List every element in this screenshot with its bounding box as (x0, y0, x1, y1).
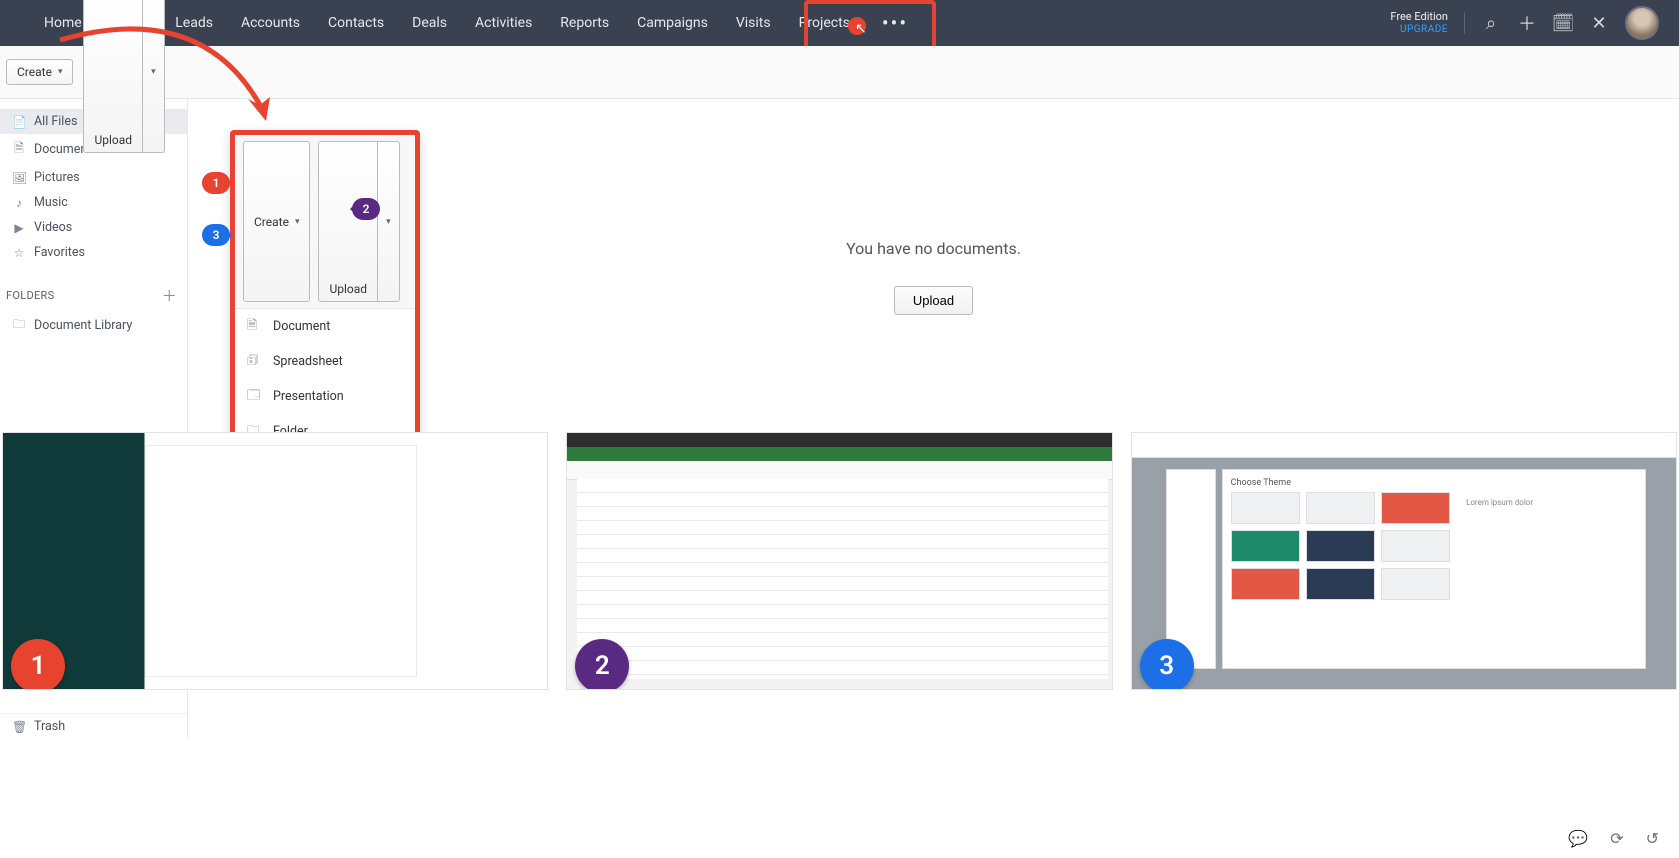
popup-item-document[interactable]: 🗎 Document (235, 309, 415, 344)
popup-create-button[interactable]: Create ▾ (243, 141, 310, 302)
sidebar-item-label: Document Library (34, 318, 132, 333)
sidebar-item-music[interactable]: ♪ Music (0, 190, 187, 215)
sidebar-item-trash[interactable]: 🗑 Trash (0, 714, 187, 739)
chevron-down-icon: ▾ (295, 217, 300, 227)
annotation-bubble-2: 2 (352, 198, 380, 220)
sidebar-item-videos[interactable]: ▶ Videos (0, 215, 187, 240)
annotation-bubble-3: 3 (202, 224, 230, 246)
nav-leads[interactable]: Leads (161, 0, 227, 46)
chevron-down-icon: ▾ (151, 67, 156, 77)
music-icon: ♪ (12, 196, 26, 210)
create-button[interactable]: Create ▾ (6, 59, 73, 85)
cursor-icon: ↖ (855, 21, 867, 37)
chevron-down-icon: ▾ (386, 217, 391, 227)
empty-state-message: You have no documents. (846, 239, 1021, 258)
nav-campaigns[interactable]: Campaigns (623, 0, 722, 46)
popup-item-label: Spreadsheet (273, 354, 343, 369)
nav-more-menu[interactable]: ••• (864, 0, 926, 46)
choose-theme-heading: Choose Theme (1231, 478, 1637, 488)
search-icon[interactable]: ⌕ (1481, 13, 1501, 33)
preview-document-editor: 1 (2, 432, 548, 690)
add-folder-icon[interactable]: ＋ (162, 285, 177, 306)
preview-spreadsheet-editor: 2 (566, 432, 1112, 690)
edition-label[interactable]: Free Edition UPGRADE (1390, 10, 1448, 35)
status-bar: 💬 ⟳ ↺ (1568, 829, 1659, 848)
sidebar-item-favorites[interactable]: ☆ Favorites (0, 240, 187, 265)
sidebar-item-label: Trash (34, 719, 65, 734)
popup-item-label: Presentation (273, 389, 344, 404)
favorites-icon: ☆ (12, 246, 26, 260)
annotation-circle-1: 1 (11, 639, 65, 690)
sidebar-item-label: Music (34, 195, 68, 210)
videos-icon: ▶ (12, 221, 26, 235)
folder-icon: 🗀 (12, 315, 26, 336)
signals-icon[interactable]: ⟳ (1610, 829, 1623, 848)
nav-contacts[interactable]: Contacts (314, 0, 398, 46)
chat-icon[interactable]: 💬 (1568, 829, 1588, 848)
all-files-icon: 📄 (12, 115, 26, 129)
editor-previews: 1 2 Choose Theme Lorem ipsum dolor 3 (0, 432, 1679, 694)
popup-item-presentation[interactable]: 🗔 Presentation (235, 379, 415, 414)
empty-state-upload-button[interactable]: Upload (894, 286, 973, 315)
upload-button[interactable]: Upload (83, 0, 143, 153)
popup-toolbar: Create ▾ Upload ▾ (235, 135, 415, 309)
sidebar-item-pictures[interactable]: 🖼 Pictures (0, 165, 187, 190)
trash-icon: 🗑 (12, 720, 26, 734)
upgrade-link[interactable]: UPGRADE (1390, 24, 1448, 36)
nav-accounts[interactable]: Accounts (227, 0, 314, 46)
calendar-icon[interactable]: 🗓 (1553, 13, 1573, 33)
presentation-icon: 🗔 (247, 386, 263, 407)
annotation-bubble-1: 1 (202, 172, 230, 194)
popup-create-label: Create (254, 215, 289, 229)
nav-reports[interactable]: Reports (546, 0, 623, 46)
annotation-circle-2: 2 (575, 639, 629, 690)
document-icon: 🗎 (247, 316, 263, 337)
lorem-text: Lorem ipsum dolor (1460, 492, 1637, 600)
annotation-circle-3: 3 (1140, 639, 1194, 690)
sidebar-item-label: Favorites (34, 245, 85, 260)
nav-right: Free Edition UPGRADE ⌕ ＋ 🗓 ✕ (1390, 6, 1679, 40)
add-icon[interactable]: ＋ (1517, 13, 1537, 33)
documents-toolbar: Create ▾ Upload ▾ (0, 46, 1679, 99)
edition-line1: Free Edition (1390, 10, 1448, 23)
pictures-icon: 🖼 (12, 171, 26, 185)
preview-presentation-editor: Choose Theme Lorem ipsum dolor 3 (1131, 432, 1677, 690)
popup-upload-button[interactable]: Upload (318, 141, 378, 302)
nav-deals[interactable]: Deals (398, 0, 461, 46)
popup-upload-dropdown[interactable]: ▾ (378, 141, 400, 302)
nav-separator (1464, 12, 1465, 34)
avatar[interactable] (1625, 6, 1659, 40)
sidebar-item-label: Videos (34, 220, 72, 235)
tools-icon[interactable]: ✕ (1589, 13, 1609, 33)
documents-icon: 🗎 (12, 139, 26, 160)
sidebar-bottom: 🗑 Trash (0, 713, 187, 739)
upload-button-dropdown[interactable]: ▾ (143, 0, 165, 153)
sidebar-item-label: All Files (34, 114, 77, 129)
nav-visits[interactable]: Visits (722, 0, 785, 46)
nav-activities[interactable]: Activities (461, 0, 546, 46)
folders-heading-label: FOLDERS (6, 289, 54, 302)
spreadsheet-icon: 🗊 (247, 351, 263, 372)
history-icon[interactable]: ↺ (1646, 829, 1659, 848)
sidebar-item-label: Pictures (34, 170, 80, 185)
create-menu-popup: Create▾ Upload ▾ 🗎Document 🗊Spreadsheet … (230, 130, 420, 454)
popup-item-spreadsheet[interactable]: 🗊 Spreadsheet (235, 344, 415, 379)
top-navigation: Home Feeds Leads Accounts Contacts Deals… (0, 0, 1679, 46)
create-button-label: Create (17, 65, 52, 79)
chevron-down-icon: ▾ (58, 67, 63, 77)
sidebar-folder-document-library[interactable]: 🗀 Document Library (0, 310, 187, 341)
popup-item-label: Document (273, 319, 330, 334)
sidebar-folders-heading: FOLDERS ＋ (0, 265, 187, 310)
